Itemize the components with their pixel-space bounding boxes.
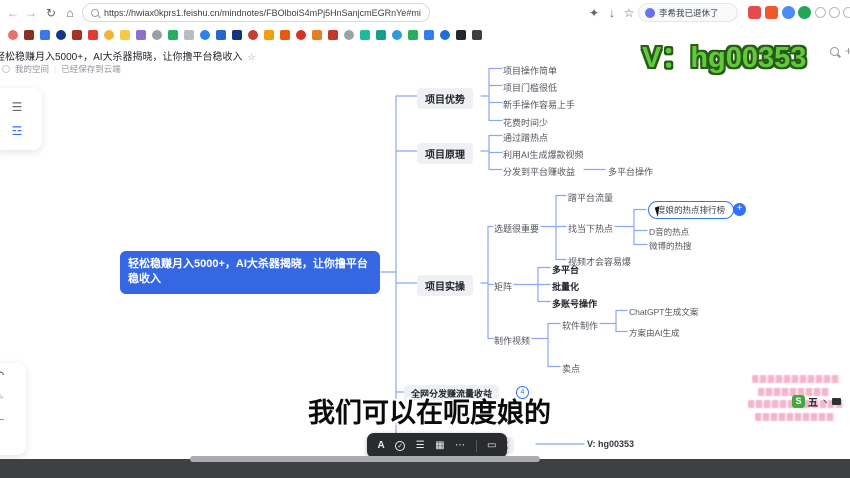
- mindmap-node[interactable]: 项目原理: [417, 143, 473, 164]
- doc-breadcrumb: 我的空间 | 已经保存到云端: [2, 63, 121, 75]
- undo-icon[interactable]: ↶: [0, 369, 4, 382]
- mindmap-node[interactable]: ChatGPT生成文案: [629, 306, 698, 318]
- redo-icon[interactable]: ↷: [0, 391, 4, 404]
- screen: ← → ↻ ⌂ https://hwiax0kprs1.feishu.cn/mi…: [0, 0, 850, 478]
- mindmap-node[interactable]: 花费时间少: [503, 116, 548, 129]
- pink-watermark-line: [755, 413, 835, 421]
- mindmap-node[interactable]: 方案由AI生成: [629, 327, 680, 339]
- mindmap-node[interactable]: 卖点: [562, 362, 580, 375]
- breadcrumb-space[interactable]: 我的空间: [15, 63, 49, 75]
- add-child-button[interactable]: +: [733, 203, 746, 216]
- pink-watermark-line: [752, 375, 840, 383]
- search-node-icon[interactable]: [830, 47, 839, 56]
- mindmap-node[interactable]: 多平台: [552, 263, 579, 276]
- canvas-tools: +: [830, 46, 850, 56]
- ime-comma-icon: ヽ: [821, 396, 829, 407]
- mindmap-node[interactable]: 多账号操作: [552, 297, 597, 310]
- mindmap-node[interactable]: V: hg00353: [587, 439, 634, 449]
- doc-title-row: 轻松稳赚月入5000+，AI大杀器揭晓，让你撸平台稳收入 ☆: [0, 48, 256, 63]
- mindmap-node[interactable]: 矩阵: [494, 280, 512, 293]
- mindmap-node[interactable]: 通过蹭热点: [503, 131, 548, 144]
- space-icon: [2, 65, 10, 73]
- divider: |: [54, 64, 56, 74]
- image-icon[interactable]: ▦: [435, 441, 444, 451]
- mindmap-node[interactable]: 项目实操: [417, 275, 473, 296]
- toolbar-divider: [476, 440, 477, 452]
- ime-logo-icon: S: [792, 395, 805, 408]
- mindmap-node[interactable]: 项目门槛很低: [503, 81, 557, 94]
- mindmap-node[interactable]: 项目操作简单: [503, 64, 557, 77]
- list-edit-icon[interactable]: ☰: [416, 441, 425, 451]
- view-mode-panel: ☰ ☲: [0, 88, 42, 150]
- mindmap-node[interactable]: 分发到平台赚收益: [503, 165, 575, 178]
- video-watermark: V：hg00353: [642, 34, 806, 76]
- fit-screen-icon[interactable]: ⇠: [0, 413, 4, 426]
- mindmap-node[interactable]: 多平台操作: [608, 165, 653, 178]
- mindmap-node[interactable]: 选题很重要: [494, 222, 539, 235]
- mindmap-node[interactable]: 软件制作: [562, 319, 598, 332]
- mindmap-node[interactable]: 蹭平台流量: [568, 191, 613, 204]
- ime-mode-label: 五: [808, 394, 818, 409]
- undo-zoom-panel: ↶ ↷ ⇠ 100%: [0, 363, 26, 455]
- doc-title: 轻松稳赚月入5000+，AI大杀器揭晓，让你撸平台稳收入: [0, 52, 243, 63]
- save-status: 已经保存到云端: [61, 63, 121, 75]
- more-icon[interactable]: ⋯: [455, 441, 465, 451]
- scrollbar-thumb[interactable]: [190, 456, 540, 462]
- mindmap-root-node[interactable]: 轻松稳赚月入5000+，AI大杀器揭晓，让你撸平台稳收入: [120, 251, 380, 294]
- text-style-icon[interactable]: A: [377, 441, 384, 451]
- outline-view-icon[interactable]: ☰: [12, 100, 23, 114]
- mindmap-node[interactable]: 利用AI生成爆款视频: [503, 148, 584, 161]
- check-icon[interactable]: ✓: [395, 441, 405, 451]
- keyboard-icon[interactable]: [832, 398, 841, 405]
- mindmap-node[interactable]: 微博的热搜: [649, 240, 692, 252]
- mindmap-node[interactable]: D音的热点: [649, 226, 689, 238]
- mindmap-node[interactable]: 项目优势: [417, 88, 473, 109]
- mindmap-node[interactable]: 批量化: [552, 280, 579, 293]
- favorite-star-icon[interactable]: ☆: [248, 52, 256, 62]
- mindmap-node[interactable]: 新手操作容易上手: [503, 98, 575, 111]
- mindmap-node[interactable]: 制作视频: [494, 334, 530, 347]
- mindmap-view-icon[interactable]: ☲: [12, 124, 23, 138]
- annotation-toolbar: A ✓ ☰ ▦ ⋯ ▭: [367, 433, 507, 458]
- comment-icon[interactable]: ▭: [487, 441, 496, 451]
- video-subtitle: 我们可以在呃度娘的: [308, 391, 551, 430]
- mindmap-node[interactable]: 找当下热点: [568, 222, 613, 235]
- ime-statusbar[interactable]: S 五 ヽ: [792, 394, 841, 409]
- add-node-icon[interactable]: +: [845, 46, 850, 56]
